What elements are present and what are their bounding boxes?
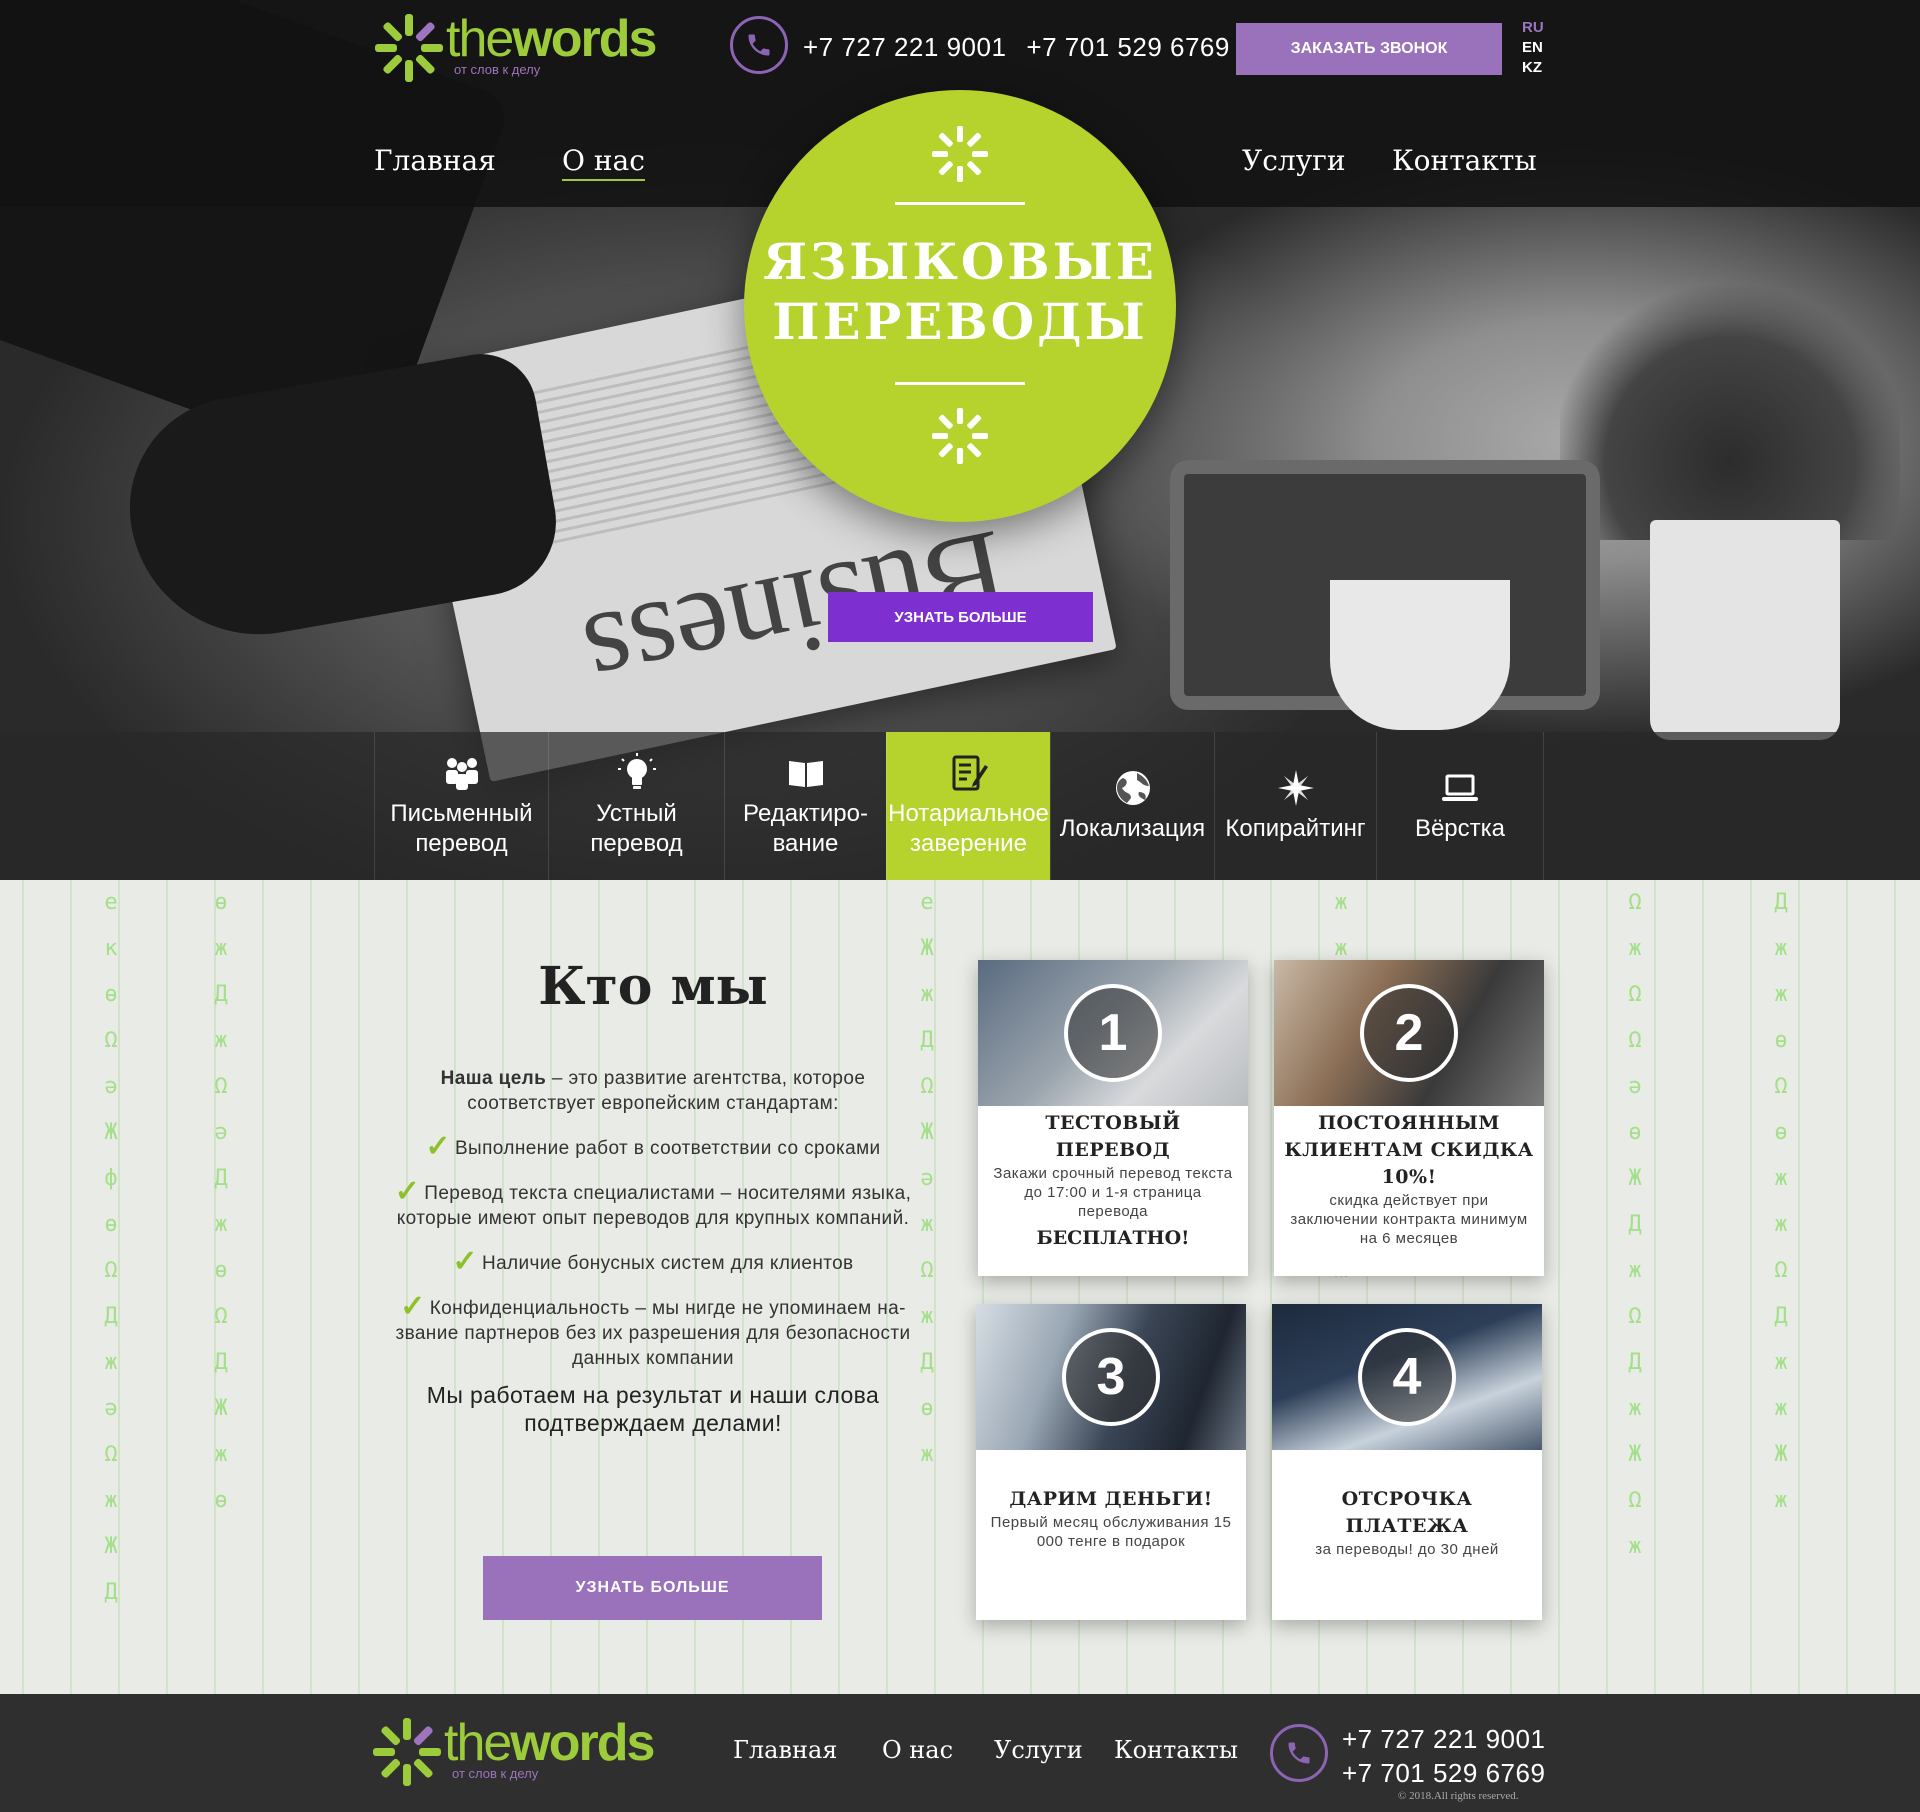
hero-title: ЯЗЫКОВЫЕ ПЕРЕВОДЫ	[763, 232, 1157, 351]
header-phones: +7 727 221 9001 +7 701 529 6769	[803, 32, 1230, 63]
hero-bg-plant	[1560, 280, 1900, 540]
card-body: ПОСТОЯННЫМ КЛИЕНТАМ СКИДКА 10%! скидка д…	[1284, 1110, 1534, 1248]
logo-wordmark: thewords	[444, 1714, 655, 1772]
logo-tagline: от слов к делу	[452, 1766, 539, 1781]
badge-divider-top	[895, 202, 1025, 205]
logo-wordmark: thewords	[446, 10, 657, 68]
checkmark-icon: ✓	[394, 1175, 421, 1208]
footer-nav-home[interactable]: Главная	[733, 1736, 837, 1764]
card-body: ТЕСТОВЫЙ ПЕРЕВОД Закажи срочный перевод …	[988, 1110, 1238, 1249]
logo[interactable]: thewords от слов к делу	[374, 10, 657, 82]
checkmark-icon: ✓	[452, 1245, 478, 1278]
checkmark-icon: ✓	[400, 1290, 426, 1323]
matrix-decoration: Ω ж Ω Ω ə ө Ж Д ж Ω Д ж Ж Ω ж	[1628, 890, 1642, 1559]
people-icon	[445, 758, 478, 790]
about-point: ✓ Выполнение работ в соответствии со срок…	[425, 1130, 881, 1163]
service-notary[interactable]: Нотариальное заверение	[886, 732, 1050, 880]
lang-ru[interactable]: RU	[1522, 18, 1544, 38]
card-desc: Первый месяц обслуживания 15 000 тенге в…	[990, 1514, 1232, 1550]
card-desc: за переводы! до 30 дней	[1315, 1541, 1499, 1558]
logo-tagline: от слов к делу	[454, 62, 541, 77]
language-switcher: RU EN KZ	[1522, 18, 1544, 78]
nav-services[interactable]: Услуги	[1242, 144, 1346, 177]
about-title: Кто мы	[538, 956, 768, 1017]
footer-phone-2[interactable]: +7 701 529 6769	[1342, 1756, 1545, 1790]
hero-bg-pot	[1650, 520, 1840, 740]
hero-bg-cup	[1330, 580, 1510, 730]
footer-logo[interactable]: thewords от слов к делу	[372, 1714, 655, 1786]
about-point: ✓ Конфиденциальность – мы нигде не упомин…	[395, 1290, 911, 1370]
phone-icon	[1270, 1724, 1328, 1782]
about-point: ✓ Наличие бонусных систем для клиентов	[452, 1245, 854, 1278]
matrix-decoration: Д ж ж ө Ω ө ж ж Ω Д ж ж Ж ж	[1774, 890, 1788, 1513]
about-point: ✓ Перевод текста специалистами – носителя…	[394, 1175, 912, 1230]
card-body: ОТСРОЧКА ПЛАТЕЖА за переводы! до 30 дней	[1282, 1486, 1532, 1559]
card-number: 2	[1360, 984, 1458, 1082]
services-bar: Письменный перевод Устный перевод Редакт…	[0, 732, 1920, 880]
service-layout[interactable]: Вёрстка	[1376, 732, 1544, 880]
lang-kz[interactable]: KZ	[1522, 58, 1544, 78]
hero-more-button[interactable]: УЗНАТЬ БОЛЬШЕ	[828, 592, 1093, 642]
logo-burst-icon	[372, 1718, 441, 1786]
nav-contacts[interactable]: Контакты	[1392, 144, 1537, 177]
burst-icon	[932, 408, 988, 464]
footer-nav-contacts[interactable]: Контакты	[1114, 1736, 1238, 1764]
footer-nav-services[interactable]: Услуги	[994, 1736, 1083, 1764]
card-desc: Закажи срочный перевод текста до 17:00 и…	[993, 1165, 1233, 1220]
card-title: ОТСРОЧКА ПЛАТЕЖА	[1341, 1488, 1473, 1537]
logo-burst-icon	[374, 14, 443, 82]
service-oral[interactable]: Устный перевод	[548, 732, 724, 880]
promo-card-2[interactable]: 2 ПОСТОЯННЫМ КЛИЕНТАМ СКИДКА 10%! скидка…	[1274, 960, 1544, 1276]
matrix-decoration: е к ө Ω ә Ж ф ө Ω Д ж ə Ω ж Ж Д	[104, 890, 118, 1605]
card-highlight: БЕСПЛАТНО!	[1036, 1227, 1190, 1249]
footer-phone-1[interactable]: +7 727 221 9001	[1342, 1722, 1545, 1756]
phone-icon	[730, 16, 788, 74]
card-title: ПОСТОЯННЫМ КЛИЕНТАМ СКИДКА 10%!	[1284, 1112, 1534, 1188]
burst-icon	[932, 126, 988, 182]
service-copywriting[interactable]: Копирайтинг	[1214, 732, 1376, 880]
about-slogan: Мы работаем на результат и наши слова по…	[426, 1382, 880, 1436]
card-title: ТЕСТОВЫЙ ПЕРЕВОД	[1045, 1112, 1181, 1161]
about-text: Наша цель – это развитие агентства, кото…	[380, 1066, 926, 1455]
about-more-button[interactable]: УЗНАТЬ БОЛЬШЕ	[483, 1556, 822, 1620]
card-number: 3	[1062, 1328, 1160, 1426]
checkmark-icon: ✓	[425, 1130, 451, 1163]
lang-en[interactable]: EN	[1522, 38, 1544, 58]
card-body: ДАРИМ ДЕНЬГИ! Первый месяц обслуживания …	[986, 1486, 1236, 1551]
matrix-decoration: ө ж Д ж Ω ә Д ж ө Ω Д Ж ж ө	[214, 890, 228, 1513]
footer-phones: +7 727 221 9001 +7 701 529 6769	[1342, 1722, 1545, 1790]
lightbulb-icon	[617, 753, 656, 789]
footer-nav-about[interactable]: О нас	[882, 1736, 953, 1764]
phone-number-2[interactable]: +7 701 529 6769	[1026, 32, 1229, 62]
nav-about[interactable]: О нас	[562, 144, 645, 181]
globe-icon	[1115, 771, 1150, 805]
service-written[interactable]: Письменный перевод	[374, 732, 548, 880]
about-section: е к ө Ω ә Ж ф ө Ω Д ж ə Ω ж Ж Д ө ж Д ж …	[0, 880, 1920, 1694]
service-editing[interactable]: Редактиро- вание	[724, 732, 886, 880]
promo-card-4[interactable]: 4 ОТСРОЧКА ПЛАТЕЖА за переводы! до 30 дн…	[1272, 1304, 1542, 1620]
card-number: 1	[1064, 984, 1162, 1082]
spark-icon	[1277, 770, 1314, 806]
laptop-icon	[1442, 774, 1478, 801]
document-pen-icon	[952, 755, 988, 791]
copyright: © 2018.All rights reserved.	[1398, 1790, 1519, 1802]
callback-button[interactable]: ЗАКАЗАТЬ ЗВОНОК	[1236, 23, 1502, 75]
service-localization[interactable]: Локализация	[1050, 732, 1214, 880]
promo-card-1[interactable]: 1 ТЕСТОВЫЙ ПЕРЕВОД Закажи срочный перево…	[978, 960, 1248, 1276]
card-number: 4	[1358, 1328, 1456, 1426]
hero-badge: ЯЗЫКОВЫЕ ПЕРЕВОДЫ	[744, 90, 1176, 522]
card-title: ДАРИМ ДЕНЬГИ!	[1009, 1488, 1213, 1510]
about-goal: Наша цель – это развитие агентства, кото…	[440, 1068, 866, 1114]
book-icon	[788, 761, 823, 787]
badge-divider-bottom	[895, 382, 1025, 385]
footer	[0, 1694, 1920, 1812]
phone-number-1[interactable]: +7 727 221 9001	[803, 32, 1006, 62]
card-desc: скидка действует при заключении контракт…	[1290, 1192, 1528, 1247]
promo-card-3[interactable]: 3 ДАРИМ ДЕНЬГИ! Первый месяц обслуживани…	[976, 1304, 1246, 1620]
nav-home[interactable]: Главная	[374, 144, 496, 177]
